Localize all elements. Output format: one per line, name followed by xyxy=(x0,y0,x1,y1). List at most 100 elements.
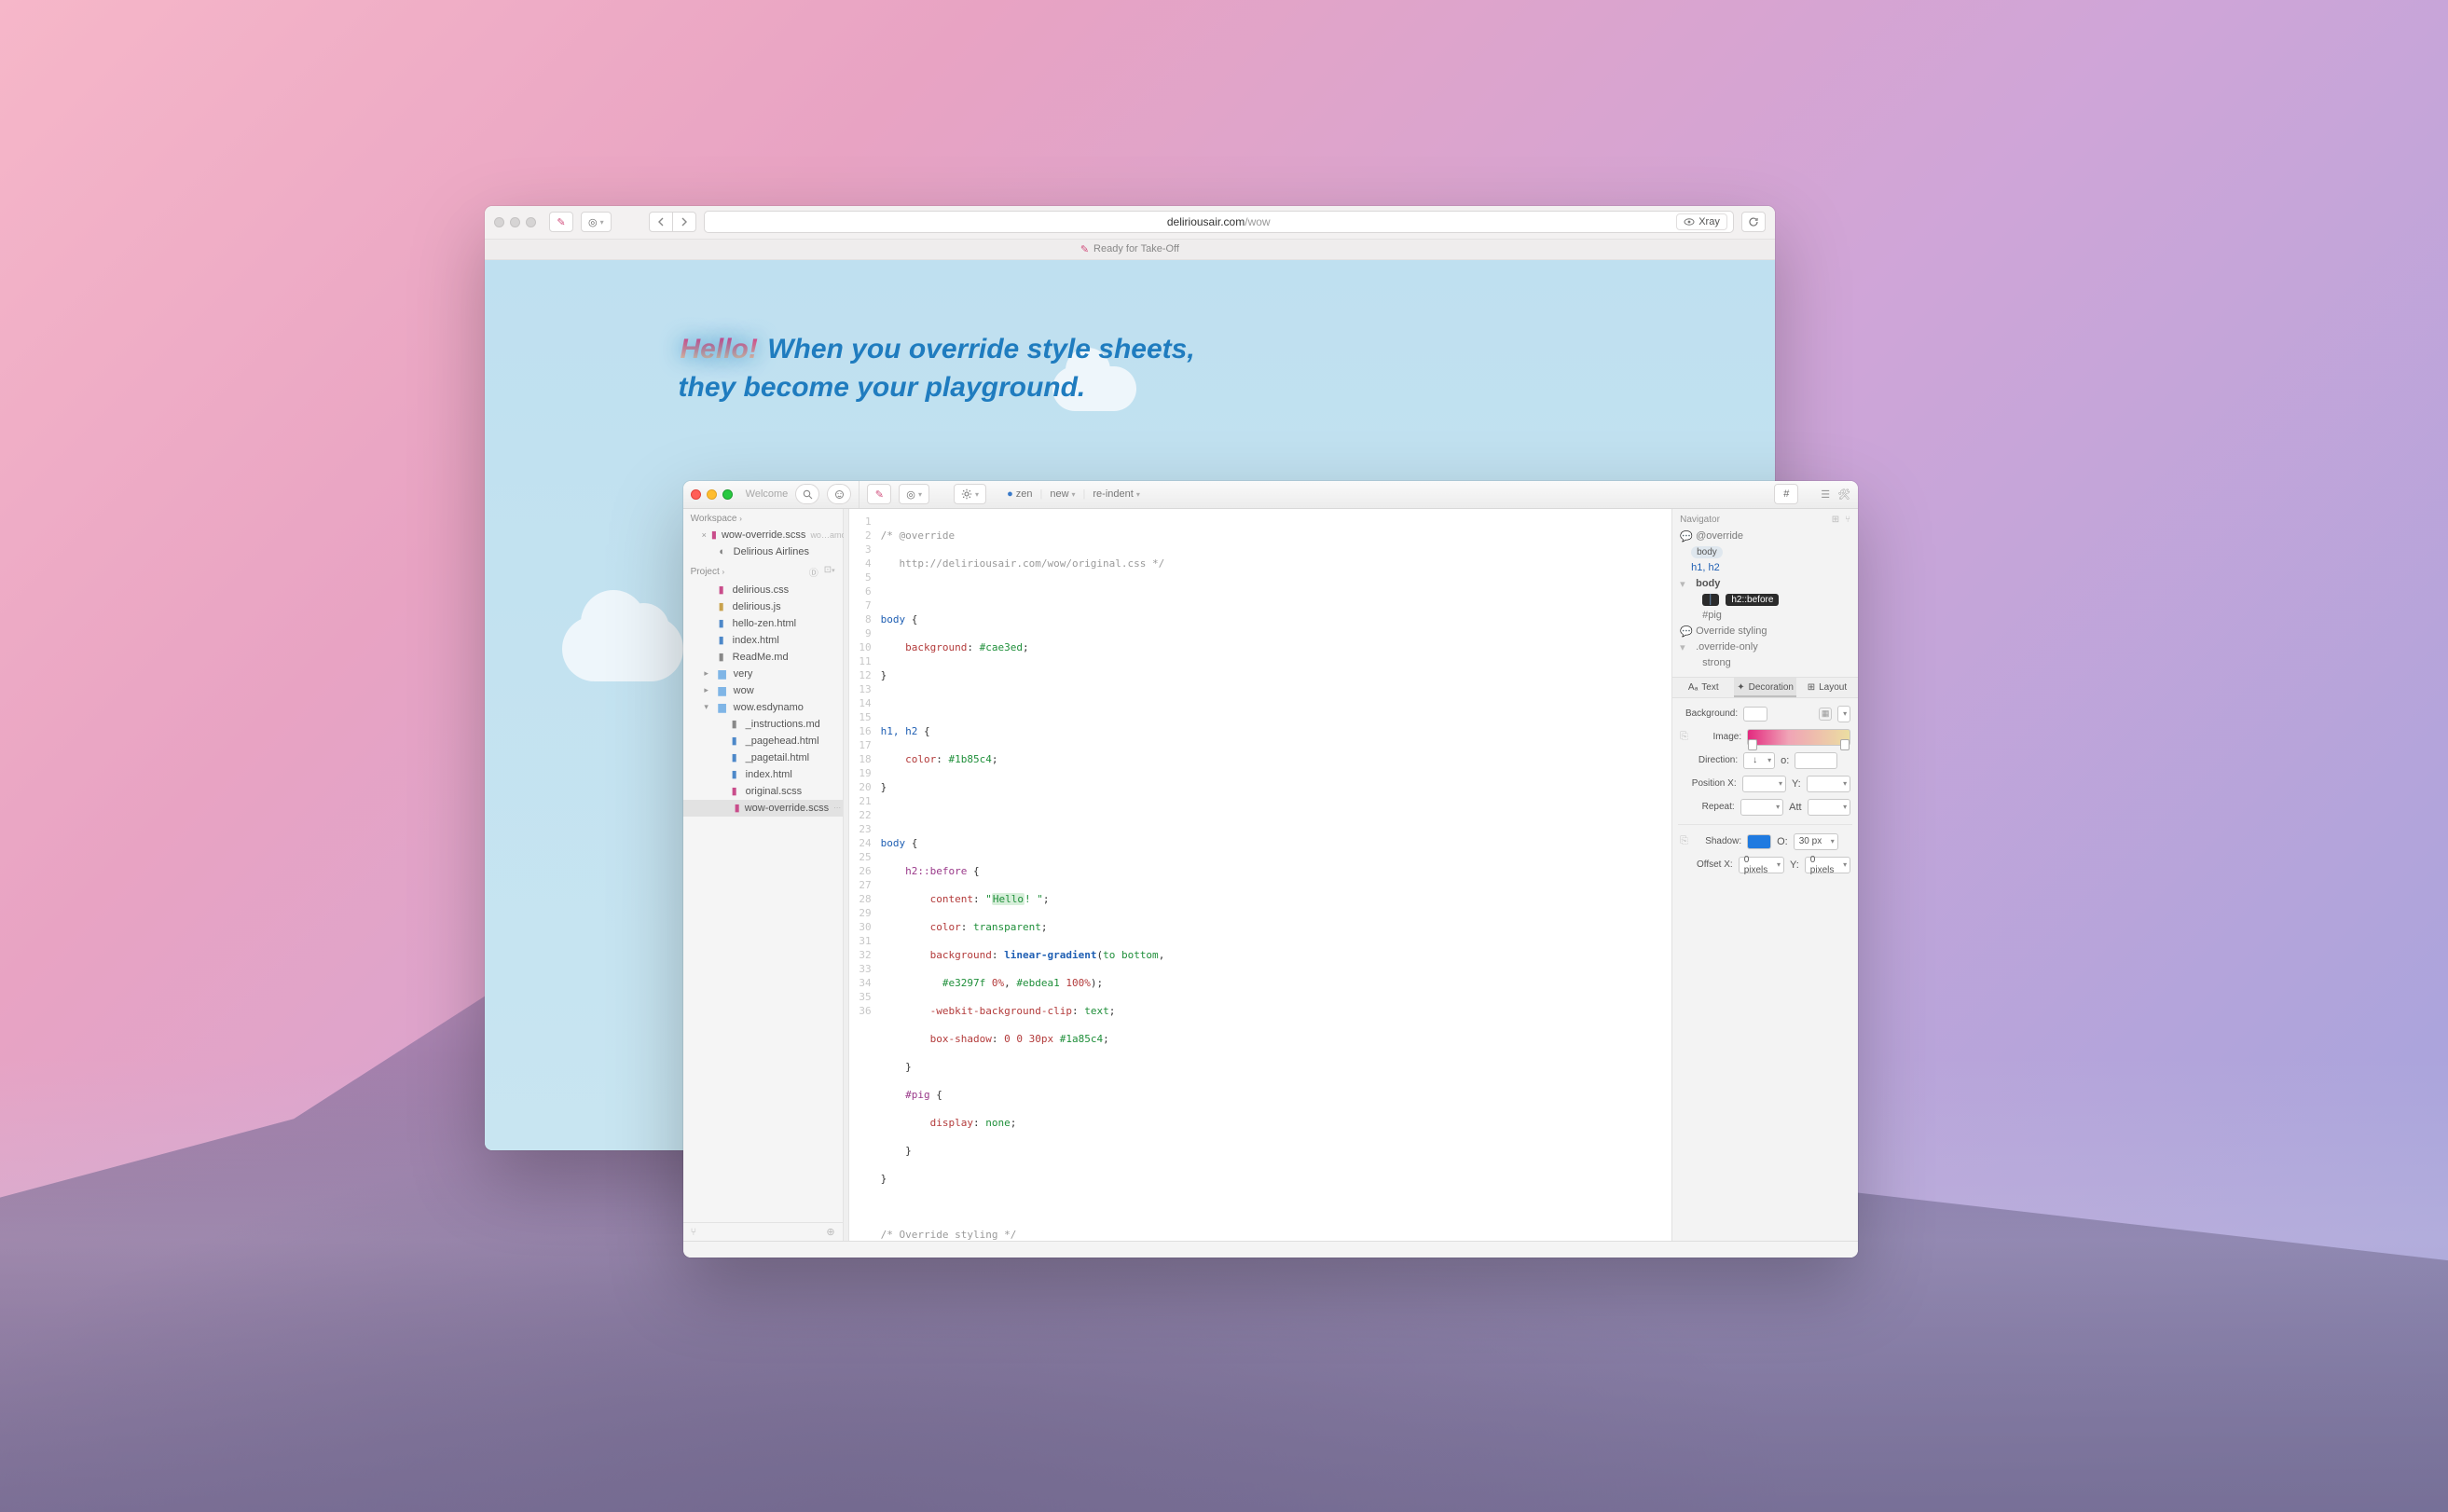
zoom-icon[interactable] xyxy=(526,217,536,227)
file-row[interactable]: ▮_pagehead.html xyxy=(683,733,843,749)
shadow-swatch[interactable] xyxy=(1747,834,1771,849)
line-gutter: 1234567891011121314151617181920212223242… xyxy=(849,509,879,1242)
disclosure-icon[interactable]: ▸ xyxy=(702,668,711,679)
project-header[interactable]: Project › Ⓓ ⊡▾ xyxy=(683,560,843,582)
file-icon: ▮ xyxy=(715,584,728,596)
background-swatch[interactable] xyxy=(1743,707,1767,722)
folder-row[interactable]: ▾▆wow.esdynamo xyxy=(683,699,843,716)
folder-icon: ▆ xyxy=(716,684,729,696)
background-more[interactable] xyxy=(1837,706,1850,722)
nav-item[interactable]: 💬Override styling xyxy=(1678,624,1852,639)
repeat-select[interactable] xyxy=(1740,799,1784,816)
forward-button[interactable] xyxy=(672,212,696,232)
direction-input[interactable] xyxy=(1795,752,1837,769)
zen-chip[interactable]: ●zen xyxy=(1007,488,1032,500)
tab-decoration[interactable]: ✦Decoration xyxy=(1734,678,1795,697)
target-dropdown[interactable]: ◎ ▾ xyxy=(581,212,612,232)
scan-icon[interactable]: ⊡▾ xyxy=(824,565,835,579)
workspace-open-file[interactable]: × ▮ wow-override.scss wo…amo xyxy=(683,527,843,543)
gear-dropdown[interactable]: ▾ xyxy=(954,484,986,504)
file-row[interactable]: ▮_pagetail.html xyxy=(683,749,843,766)
file-row[interactable]: ▮original.scss xyxy=(683,783,843,800)
xray-label: Xray xyxy=(1698,216,1720,227)
file-row[interactable]: ▮index.html xyxy=(683,632,843,649)
add-icon[interactable]: ⊞ xyxy=(1832,515,1839,525)
workspace-header[interactable]: Workspace › xyxy=(683,509,843,527)
nav-item[interactable]: #pig xyxy=(1678,608,1852,624)
disclosure-icon[interactable]: ▾ xyxy=(702,702,711,712)
reload-button[interactable] xyxy=(1741,212,1766,232)
file-row[interactable]: ▮delirious.css xyxy=(683,582,843,598)
gradient-stop[interactable] xyxy=(1840,739,1850,750)
disclosure-icon[interactable]: ▸ xyxy=(702,685,711,695)
secondary-tab[interactable]: wo…amo xyxy=(810,530,846,540)
direction-select[interactable]: ↓ xyxy=(1743,752,1775,769)
nav-item[interactable]: strong xyxy=(1678,655,1852,671)
gradient-stop[interactable] xyxy=(1748,739,1757,750)
nav-item-selected[interactable]: │h2::before xyxy=(1678,592,1852,608)
posy-select[interactable] xyxy=(1807,776,1850,792)
att-select[interactable] xyxy=(1808,799,1851,816)
browser-tabbar: ✎ Ready for Take-Off xyxy=(485,240,1775,260)
pencil-button[interactable]: ✎ xyxy=(549,212,573,232)
search-button[interactable] xyxy=(795,484,819,504)
disclosure-icon[interactable]: ▾ xyxy=(1680,578,1691,590)
add-icon[interactable]: ⊕ xyxy=(826,1226,834,1238)
folder-row[interactable]: ▸▆very xyxy=(683,666,843,682)
back-button[interactable] xyxy=(649,212,673,232)
tab-text[interactable]: AₐText xyxy=(1672,678,1734,697)
address-bar[interactable]: deliriousair.com/wow Xray xyxy=(704,211,1734,233)
workspace-site[interactable]: ◐ Delirious Airlines xyxy=(683,543,843,560)
code-source[interactable]: /* @override http://deliriousair.com/wow… xyxy=(879,509,1187,1242)
minimize-icon[interactable] xyxy=(707,489,717,500)
file-row[interactable]: ▮delirious.js xyxy=(683,598,843,615)
nav-item[interactable]: h1, h2 xyxy=(1678,560,1852,576)
tab-layout[interactable]: ⊞Layout xyxy=(1796,678,1858,697)
reindent-dropdown[interactable]: re-indent▾ xyxy=(1093,488,1139,500)
nav-item[interactable]: ▾.override-only xyxy=(1678,639,1852,655)
nav-item[interactable]: body xyxy=(1678,544,1852,560)
shadow-blur[interactable]: 30 px xyxy=(1794,833,1838,850)
nav-item[interactable]: 💬@override xyxy=(1678,529,1852,544)
file-row[interactable]: ▮hello-zen.html xyxy=(683,615,843,632)
more-icon[interactable]: ⋯ xyxy=(833,804,842,812)
lock-icon[interactable]: ⎘ xyxy=(1680,835,1691,847)
file-row[interactable]: ▮index.html xyxy=(683,766,843,783)
list-icon[interactable]: ☰ xyxy=(1821,488,1830,501)
file-row[interactable]: ▮_instructions.md xyxy=(683,716,843,733)
lock-icon[interactable]: ⎘ xyxy=(1680,731,1691,743)
offsety-select[interactable]: 0 pixels xyxy=(1805,857,1850,873)
posx-select[interactable] xyxy=(1742,776,1786,792)
swatch-list-button[interactable]: ▦ xyxy=(1819,708,1832,721)
hash-button[interactable]: # xyxy=(1774,484,1798,504)
code-editor[interactable]: 1234567891011121314151617181920212223242… xyxy=(849,509,1671,1242)
nav-item[interactable]: ▾body xyxy=(1678,576,1852,592)
offsetx-select[interactable]: 0 pixels xyxy=(1739,857,1784,873)
dynamo-icon[interactable]: Ⓓ xyxy=(809,565,818,579)
window-controls[interactable] xyxy=(691,489,733,500)
tab-title[interactable]: Ready for Take-Off xyxy=(1093,243,1179,254)
new-dropdown[interactable]: new▾ xyxy=(1050,488,1075,500)
file-row[interactable]: ▮ReadMe.md xyxy=(683,649,843,666)
face-button[interactable] xyxy=(827,484,851,504)
filter-icon[interactable]: ⑂ xyxy=(1845,515,1850,525)
xray-toggle[interactable]: Xray xyxy=(1676,213,1727,230)
pencil-button[interactable]: ✎ xyxy=(867,484,891,504)
filter-icon[interactable]: ⑂ xyxy=(691,1227,697,1238)
wrench-icon[interactable]: 🛠 xyxy=(1837,488,1850,501)
window-controls[interactable] xyxy=(494,217,536,227)
target-icon: ◎ xyxy=(588,216,598,228)
close-icon[interactable] xyxy=(494,217,504,227)
url-path: /wow xyxy=(1245,215,1270,228)
zoom-icon[interactable] xyxy=(722,489,733,500)
gradient-bar[interactable] xyxy=(1747,729,1850,746)
target-dropdown[interactable]: ◎ ▾ xyxy=(899,484,929,504)
close-icon[interactable] xyxy=(691,489,701,500)
minimize-icon[interactable] xyxy=(510,217,520,227)
file-row-selected[interactable]: ▮wow-override.scss⋯ xyxy=(683,800,843,817)
close-tab-icon[interactable]: × xyxy=(702,530,707,540)
disclosure-icon[interactable]: ▾ xyxy=(1680,641,1691,653)
browser-toolbar: ✎ ◎ ▾ deliriousair.com/wow Xray xyxy=(485,206,1775,240)
folder-row[interactable]: ▸▆wow xyxy=(683,682,843,699)
headline-line1: When you override style sheets, xyxy=(767,334,1194,364)
